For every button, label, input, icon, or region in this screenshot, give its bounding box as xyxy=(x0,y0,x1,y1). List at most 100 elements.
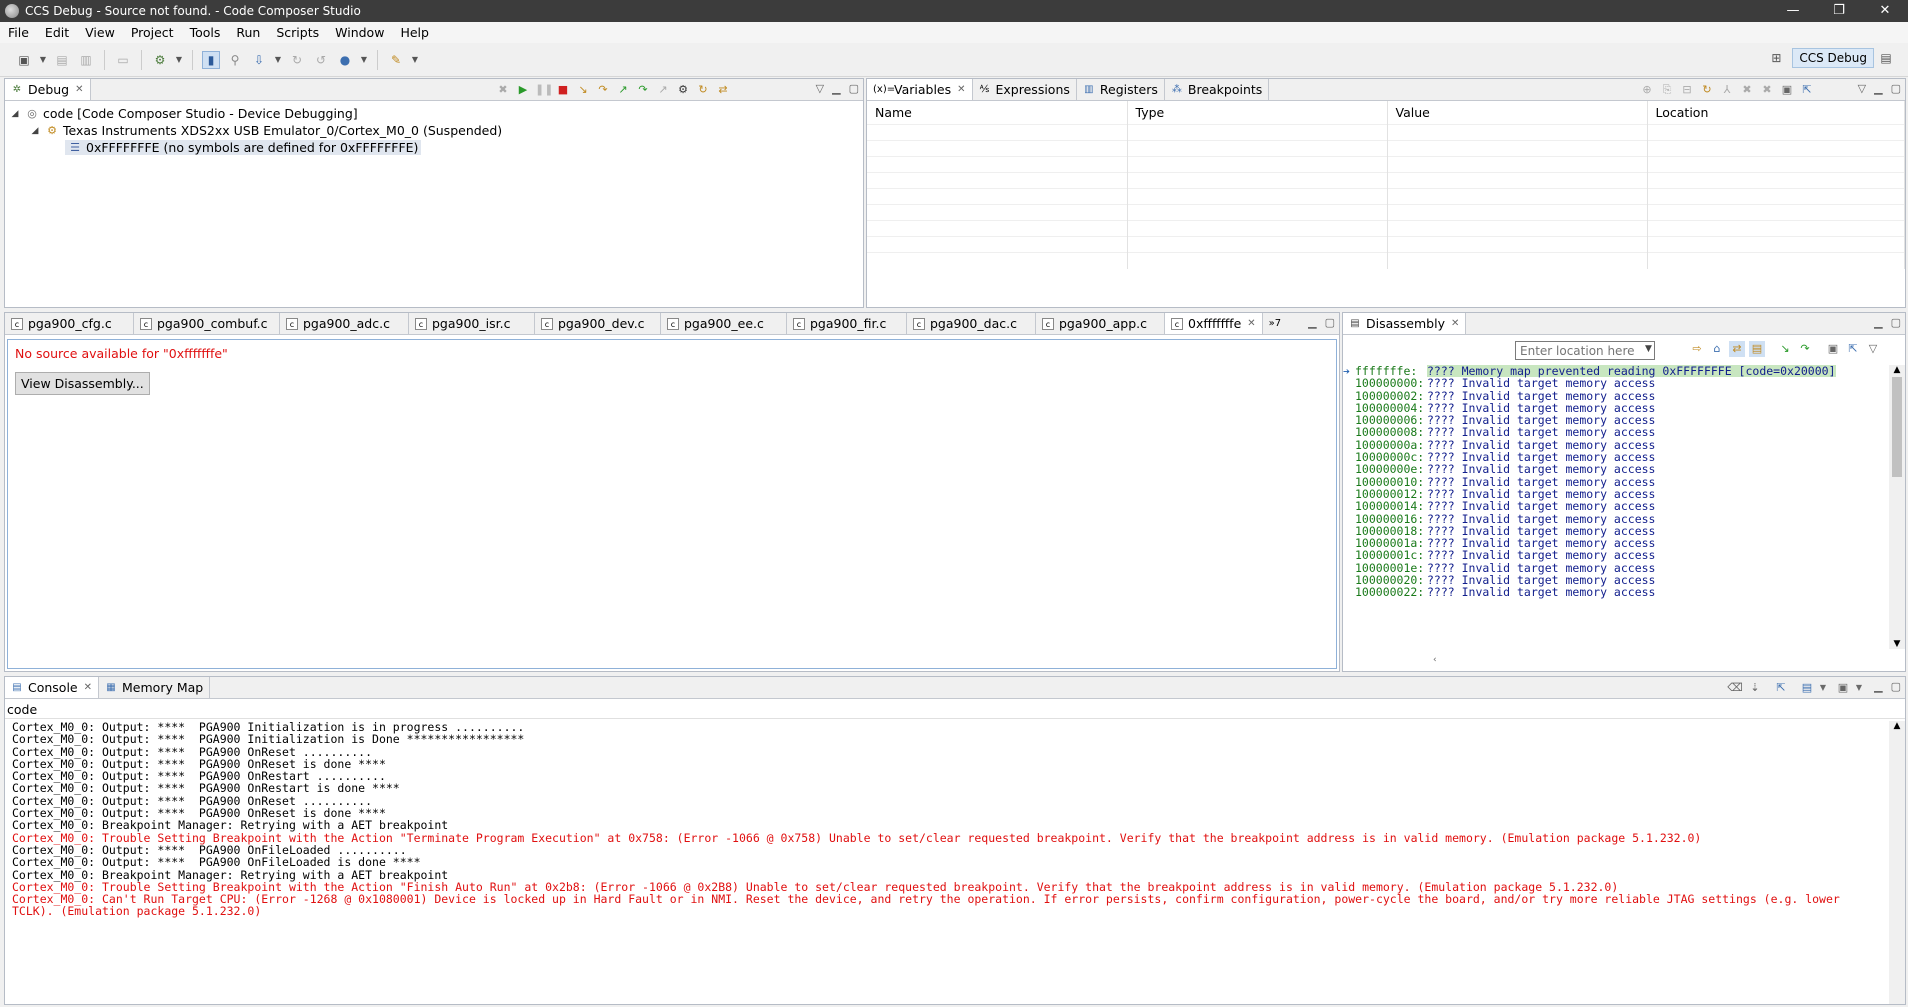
copy-icon[interactable]: ⎘ xyxy=(1659,82,1675,98)
tab-expressions[interactable]: ⅍ Expressions xyxy=(972,79,1077,100)
maximize-view-icon[interactable]: ▢ xyxy=(849,82,859,95)
tab-file-isr[interactable]: c pga900_isr.c xyxy=(409,313,535,334)
minimize-button[interactable]: — xyxy=(1770,0,1816,22)
tab-file-ee[interactable]: c pga900_ee.c xyxy=(661,313,787,334)
tab-registers[interactable]: ▥ Registers xyxy=(1076,79,1165,100)
step-icon[interactable]: ↘ xyxy=(1777,341,1793,357)
location-dropdown-icon[interactable]: ▼ xyxy=(1645,344,1652,354)
dropdown-icon[interactable]: ▼ xyxy=(1819,680,1827,696)
collapse-icon[interactable]: ◢ xyxy=(9,109,21,119)
assembly-step-over-icon[interactable]: ↗ xyxy=(655,82,671,98)
pin-view-icon[interactable]: ⇱ xyxy=(1845,341,1861,357)
perspective-ccs-debug[interactable]: CCS Debug xyxy=(1792,48,1874,68)
menu-edit[interactable]: Edit xyxy=(37,25,77,40)
collapse-all-icon[interactable]: ⊟ xyxy=(1679,82,1695,98)
terminate-icon[interactable]: ■ xyxy=(555,82,571,98)
menu-tools[interactable]: Tools xyxy=(182,25,229,40)
minimize-view-icon[interactable]: ▁ xyxy=(1308,316,1316,329)
tab-variables[interactable]: (x)= Variables ✕ xyxy=(867,79,973,100)
reset-icon[interactable]: ⚙ xyxy=(675,82,691,98)
console-scrollbar[interactable]: ▲ xyxy=(1889,721,1905,1004)
menu-file[interactable]: File xyxy=(0,25,37,40)
tree-item-stack-frame[interactable]: ☰ 0xFFFFFFFE (no symbols are defined for… xyxy=(9,139,859,156)
connect-icon[interactable]: ⚲ xyxy=(226,51,244,69)
close-icon[interactable]: ✕ xyxy=(957,84,965,95)
terminal-icon[interactable]: ▭ xyxy=(114,51,132,69)
tab-disassembly[interactable]: ▤ Disassembly ✕ xyxy=(1343,313,1467,334)
step-into-icon[interactable]: ↘ xyxy=(575,82,591,98)
close-icon[interactable]: ✕ xyxy=(75,84,83,95)
close-icon[interactable]: ✕ xyxy=(84,682,92,693)
dropdown-icon[interactable]: ▼ xyxy=(175,51,183,69)
view-disassembly-button[interactable]: View Disassembly... xyxy=(15,372,150,395)
tab-file-dev[interactable]: c pga900_dev.c xyxy=(535,313,661,334)
dropdown-icon[interactable]: ▼ xyxy=(411,51,419,69)
column-name[interactable]: Name xyxy=(867,101,1128,125)
maximize-view-icon[interactable]: ▢ xyxy=(1891,680,1901,693)
menu-project[interactable]: Project xyxy=(123,25,182,40)
tab-file-cfg[interactable]: c pga900_cfg.c xyxy=(5,313,134,334)
refresh-icon[interactable]: ↻ xyxy=(1699,82,1715,98)
step-over-icon[interactable]: ↷ xyxy=(595,82,611,98)
tree-item-project[interactable]: ◢ ◎ code [Code Composer Studio - Device … xyxy=(9,105,859,122)
tab-source-not-found[interactable]: c 0xfffffffe ✕ xyxy=(1165,313,1263,334)
pin-icon[interactable]: ✎ xyxy=(387,51,405,69)
tab-memory-map[interactable]: ▦ Memory Map xyxy=(99,677,211,698)
tab-file-combuf[interactable]: c pga900_combuf.c xyxy=(134,313,280,334)
tab-debug[interactable]: ✲ Debug ✕ xyxy=(5,79,91,100)
menu-help[interactable]: Help xyxy=(392,25,437,40)
minimize-view-icon[interactable]: ▁ xyxy=(1874,680,1882,693)
step-over-icon[interactable]: ↷ xyxy=(1797,341,1813,357)
scroll-thumb[interactable] xyxy=(1892,377,1902,477)
pin-view-icon[interactable]: ⇱ xyxy=(1799,82,1815,98)
minimize-view-icon[interactable]: ▁ xyxy=(1874,316,1882,329)
clear-console-icon[interactable]: ⌫ xyxy=(1727,680,1743,696)
restart-icon[interactable]: ↻ xyxy=(695,82,711,98)
save-all-icon[interactable]: ▥ xyxy=(77,51,95,69)
load-program-icon[interactable]: ⇩ xyxy=(250,51,268,69)
add-global-icon[interactable]: ⊕ xyxy=(1639,82,1655,98)
maximize-view-icon[interactable]: ▢ xyxy=(1891,82,1901,95)
external-tools-icon[interactable]: ● xyxy=(336,51,354,69)
perspective-icon[interactable]: ▤ xyxy=(1877,49,1895,67)
show-source-icon[interactable]: ▤ xyxy=(1749,341,1765,357)
view-menu-icon[interactable]: ▽ xyxy=(816,82,824,95)
remove-terminated-icon[interactable]: ✖ xyxy=(495,82,511,98)
suspend-icon[interactable]: ❚❚ xyxy=(535,82,553,98)
pin-console-icon[interactable]: ⇱ xyxy=(1773,680,1789,696)
display-console-icon[interactable]: ▤ xyxy=(1799,680,1815,696)
remove-icon[interactable]: ✖ xyxy=(1739,82,1755,98)
view-menu-icon[interactable]: ▽ xyxy=(1858,82,1866,95)
dropdown-icon[interactable]: ▼ xyxy=(274,51,282,69)
column-location[interactable]: Location xyxy=(1647,101,1905,125)
new-view-icon[interactable]: ▣ xyxy=(1779,82,1795,98)
go-to-icon[interactable]: ⇨ xyxy=(1689,341,1705,357)
menu-scripts[interactable]: Scripts xyxy=(268,25,327,40)
disassembly-row[interactable]: 100000000:???? Invalid target memory acc… xyxy=(1343,377,1885,390)
new-view-icon[interactable]: ▣ xyxy=(1825,341,1841,357)
tab-file-fir[interactable]: c pga900_fir.c xyxy=(787,313,907,334)
column-value[interactable]: Value xyxy=(1387,101,1648,125)
home-icon[interactable]: ⌂ xyxy=(1709,341,1725,357)
tab-console[interactable]: ▤ Console ✕ xyxy=(5,677,100,698)
link-source-icon[interactable]: ⇄ xyxy=(1729,341,1745,357)
disassembly-row[interactable]: 100000022:???? Invalid target memory acc… xyxy=(1343,586,1885,599)
show-type-icon[interactable]: ⅄ xyxy=(1719,82,1735,98)
minimize-view-icon[interactable]: ▁ xyxy=(832,82,840,95)
disassembly-row[interactable]: 100000014:???? Invalid target memory acc… xyxy=(1343,500,1885,513)
disassembly-hscrollbar[interactable]: ‹ xyxy=(1343,655,1889,669)
tab-breakpoints[interactable]: ⁂ Breakpoints xyxy=(1164,79,1270,100)
save-icon[interactable]: ▤ xyxy=(53,51,71,69)
tab-file-adc[interactable]: c pga900_adc.c xyxy=(280,313,409,334)
disassembly-row[interactable]: 100000008:???? Invalid target memory acc… xyxy=(1343,426,1885,439)
dropdown-icon[interactable]: ▼ xyxy=(39,51,47,69)
tab-overflow[interactable]: »7 xyxy=(1262,313,1288,334)
restart-icon[interactable]: ↺ xyxy=(312,51,330,69)
scroll-up-icon[interactable]: ▲ xyxy=(1889,721,1905,731)
menu-run[interactable]: Run xyxy=(228,25,268,40)
scroll-lock-icon[interactable]: ⇣ xyxy=(1747,680,1763,696)
open-console-icon[interactable]: ▣ xyxy=(1835,680,1851,696)
menu-view[interactable]: View xyxy=(77,25,123,40)
view-menu-icon[interactable]: ▽ xyxy=(1865,341,1881,357)
debug-target-icon[interactable]: ▮ xyxy=(202,50,220,69)
